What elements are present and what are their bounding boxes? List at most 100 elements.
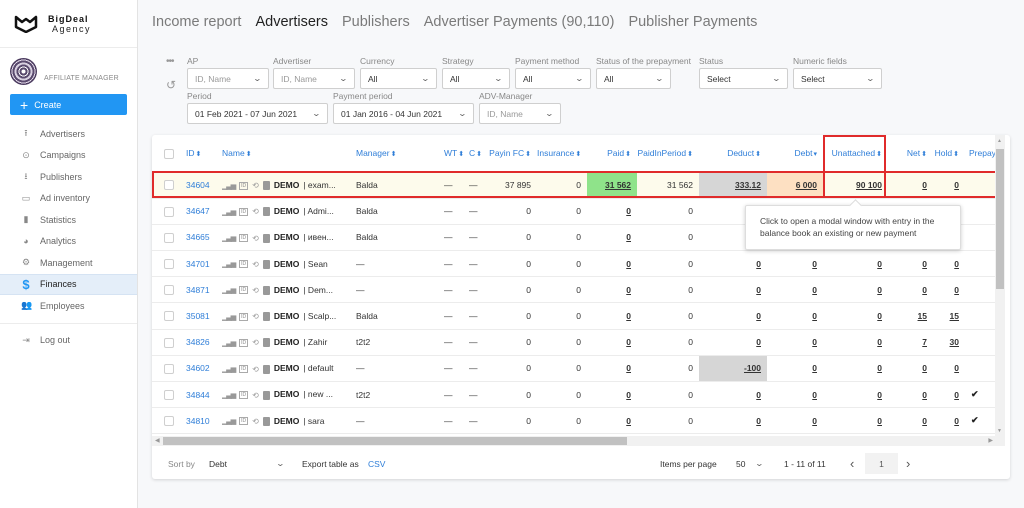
statistics-icon[interactable]: ▁▃▅ (222, 339, 236, 347)
tab-income-report[interactable]: Income report (152, 14, 241, 30)
id-badge-icon[interactable]: ID (239, 365, 249, 374)
table-row[interactable]: 34871 ▁▃▅ ID ⟲ DEMO | Dem... — — —0 0 0 0 0 0 0 0 0 (152, 276, 995, 304)
deduct-link[interactable]: 0 (756, 259, 761, 269)
deduct-link[interactable]: 0 (756, 416, 761, 426)
paid-link[interactable]: 0 (626, 363, 631, 373)
statistics-icon[interactable]: ▁▃▅ (222, 365, 236, 373)
document-icon[interactable] (262, 312, 270, 322)
statistics-icon[interactable]: ▁▃▅ (222, 391, 236, 399)
net-link[interactable]: 0 (922, 363, 927, 373)
paid-link[interactable]: 0 (626, 337, 631, 347)
table-row[interactable]: 35081 ▁▃▅ ID ⟲ DEMO | Scalp... Balda — —0 0 0 0 0 0 0 1… (152, 302, 995, 330)
hold-link[interactable]: 0 (954, 390, 959, 400)
chevron-down-icon[interactable]: ⌄ (276, 459, 285, 468)
history-icon[interactable]: ⟲ (252, 260, 259, 269)
hold-link[interactable]: 30 (950, 337, 959, 347)
col-paid[interactable]: Paid⬍ (587, 135, 637, 173)
select-all-checkbox[interactable] (164, 148, 174, 159)
debt-link[interactable]: 0 (812, 259, 817, 269)
col-insurance[interactable]: Insurance⬍ (537, 135, 587, 173)
col-unattached[interactable]: Unattached⬍ (823, 135, 888, 173)
deduct-link[interactable]: -100 (744, 363, 761, 373)
create-button[interactable]: + Create (10, 94, 127, 115)
row-checkbox[interactable] (164, 206, 174, 217)
row-checkbox[interactable] (164, 311, 174, 322)
history-icon[interactable]: ⟲ (252, 391, 259, 400)
prepayment-status-select[interactable]: All ⌄ (596, 68, 671, 89)
vertical-scrollbar[interactable]: ▲ ▼ (995, 135, 1005, 436)
debt-link[interactable]: 0 (812, 390, 817, 400)
hold-link[interactable]: 0 (954, 259, 959, 269)
deduct-link[interactable]: 333.12 (735, 180, 761, 190)
history-icon[interactable]: ⟲ (252, 207, 259, 216)
id-link[interactable]: 34826 (186, 329, 222, 356)
sidebar-item-finances[interactable]: $ Finances (0, 273, 137, 295)
debt-link[interactable]: 0 (812, 363, 817, 373)
unattached-link[interactable]: 0 (877, 416, 882, 426)
paid-link[interactable]: 0 (626, 390, 631, 400)
tab-publishers[interactable]: Publishers (342, 14, 410, 30)
id-badge-icon[interactable]: ID (239, 207, 249, 216)
horizontal-scrollbar[interactable]: ◀ ▶ (152, 436, 1005, 446)
document-icon[interactable] (262, 181, 270, 191)
paid-link[interactable]: 0 (626, 206, 631, 216)
deduct-link[interactable]: 0 (756, 390, 761, 400)
id-link[interactable]: 34844 (186, 381, 222, 409)
document-icon[interactable] (262, 390, 270, 400)
debt-link[interactable]: 0 (812, 416, 817, 426)
export-csv-link[interactable]: CSV (368, 459, 385, 469)
statistics-icon[interactable]: ▁▃▅ (222, 417, 236, 425)
horizontal-scroll-thumb[interactable] (163, 437, 627, 445)
col-deduct[interactable]: Deduct⬍ (699, 135, 767, 173)
history-icon[interactable]: ⟲ (252, 286, 259, 295)
history-icon[interactable]: ⟲ (252, 312, 259, 321)
row-checkbox[interactable] (164, 180, 174, 191)
sidebar-item-advertisers[interactable]: ⭱ Advertisers (0, 123, 137, 145)
payment-method-select[interactable]: All ⌄ (515, 68, 591, 89)
debt-link[interactable]: 6 000 (796, 180, 817, 190)
hold-link[interactable]: 0 (954, 363, 959, 373)
paid-link[interactable]: 0 (626, 416, 631, 426)
status-select[interactable]: Select ⌄ (699, 68, 788, 89)
col-payin-fc[interactable]: Payin FC⬍ (487, 135, 537, 173)
paid-link[interactable]: 31 562 (605, 180, 631, 190)
id-link[interactable]: 34647 (186, 198, 222, 225)
col-wt[interactable]: WT⬍ (444, 135, 469, 173)
document-icon[interactable] (262, 259, 270, 269)
statistics-icon[interactable]: ▁▃▅ (222, 234, 236, 242)
tab-advertisers[interactable]: Advertisers (255, 14, 328, 30)
id-badge-icon[interactable]: ID (239, 260, 249, 269)
id-badge-icon[interactable]: ID (239, 417, 249, 426)
table-row[interactable]: 34844 ▁▃▅ ID ⟲ DEMO | new ... t2t2— —0 0 0 0 0 0 0 0 0 ✔ (152, 381, 995, 409)
net-link[interactable]: 0 (922, 180, 927, 190)
table-row[interactable]: 34602 ▁▃▅ ID ⟲ DEMO | default — — —0 0 0 0 -100 0 0 0 0 (152, 355, 995, 383)
row-checkbox[interactable] (164, 337, 174, 348)
payment-period-select[interactable]: 01 Jan 2016 - 04 Jun 2021 ⌄ (333, 103, 474, 124)
avatar[interactable] (10, 58, 37, 85)
history-icon[interactable]: ⟲ (252, 365, 259, 374)
document-icon[interactable] (262, 207, 270, 217)
brand-logo[interactable]: BigDeal Agency (0, 0, 137, 48)
id-link[interactable]: 35081 (186, 302, 222, 330)
col-prepay[interactable]: Prepay (965, 135, 995, 173)
sidebar-item-campaigns[interactable]: ⊙ Campaigns (0, 145, 137, 167)
statistics-icon[interactable]: ▁▃▅ (222, 208, 236, 216)
row-checkbox[interactable] (164, 416, 174, 427)
scroll-left-icon[interactable]: ◀ (155, 437, 160, 444)
id-link[interactable]: 34604 (186, 172, 222, 199)
current-page-input[interactable]: 1 (865, 453, 898, 474)
col-debt[interactable]: Debt▾ (767, 135, 823, 173)
strategy-select[interactable]: All ⌄ (442, 68, 510, 89)
sidebar-item-analytics[interactable]: ◕ Analytics (0, 231, 137, 253)
paid-link[interactable]: 0 (626, 311, 631, 321)
net-link[interactable]: 0 (922, 285, 927, 295)
vertical-scroll-thumb[interactable] (996, 149, 1004, 289)
chevron-down-icon[interactable]: ⌄ (755, 459, 764, 468)
paid-link[interactable]: 0 (626, 232, 631, 242)
tab-advertiser-payments[interactable]: Advertiser Payments (90,110) (424, 14, 615, 30)
col-name[interactable]: Name⬍ (222, 135, 356, 173)
hold-link[interactable]: 0 (954, 285, 959, 295)
sort-by-select[interactable]: Debt (209, 459, 227, 469)
reset-icon[interactable]: ↺ (166, 78, 176, 92)
history-icon[interactable]: ⟲ (252, 338, 259, 347)
